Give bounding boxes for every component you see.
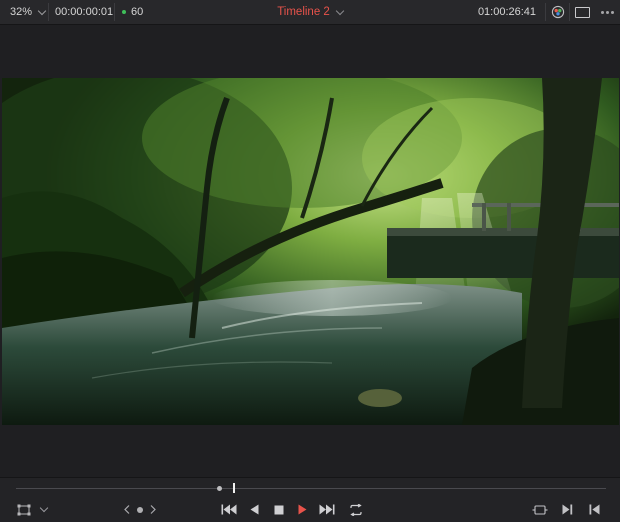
previous-marker-icon <box>124 505 130 514</box>
more-options-button[interactable] <box>595 0 619 24</box>
record-timecode[interactable]: 01:00:26:41 <box>470 0 544 24</box>
viewer-toolbar: 32% 00:00:00:01 60 Timeline 2 01:00:26:4… <box>0 0 620 25</box>
source-timecode[interactable]: 00:00:00:01 <box>48 0 114 24</box>
fps-value: 60 <box>131 6 144 18</box>
timeline-selector[interactable]: Timeline 2 <box>240 0 380 24</box>
next-frame-icon <box>562 504 572 515</box>
timeline-dropdown-chevron-icon <box>335 6 345 15</box>
overlay-dropdown-chevron-icon <box>39 503 49 513</box>
fps-status-dot-icon <box>122 10 126 14</box>
color-wheels-button[interactable] <box>546 0 570 24</box>
viewer-mode-icon <box>574 6 590 18</box>
in-point-marker[interactable] <box>217 486 223 491</box>
stop-icon <box>274 505 284 514</box>
video-frame <box>2 78 619 425</box>
play-icon <box>298 504 306 515</box>
playhead[interactable] <box>233 483 236 493</box>
scrubber-bar[interactable] <box>0 477 620 498</box>
go-to-end-button[interactable] <box>316 497 338 522</box>
zoom-dropdown[interactable]: 32% <box>0 0 48 24</box>
go-to-start-icon <box>221 504 237 515</box>
timeline-title: Timeline 2 <box>277 6 330 18</box>
play-reverse-icon <box>250 504 258 515</box>
overlay-dropdown[interactable] <box>37 497 51 522</box>
previous-marker-button[interactable] <box>121 497 133 522</box>
transform-overlay-icon <box>17 504 31 515</box>
previous-edit-button[interactable] <box>585 497 603 522</box>
go-to-end-icon <box>319 504 335 515</box>
next-frame-button[interactable] <box>558 497 576 522</box>
play-button[interactable] <box>293 497 311 522</box>
match-frame-icon <box>532 504 548 515</box>
go-to-start-button[interactable] <box>218 497 240 522</box>
jog-dot-icon <box>137 506 143 513</box>
jog-control[interactable] <box>134 497 146 522</box>
zoom-value: 32% <box>10 6 33 18</box>
loop-button[interactable] <box>345 497 367 522</box>
match-frame-button[interactable] <box>529 497 551 522</box>
forest-river-frame <box>2 78 619 425</box>
viewer-canvas[interactable] <box>0 25 620 477</box>
stop-button[interactable] <box>270 497 288 522</box>
transform-overlay-button[interactable] <box>14 497 34 522</box>
viewer-mode-button[interactable] <box>570 0 594 24</box>
transport-controls <box>0 497 620 522</box>
fps-indicator[interactable]: 60 <box>114 0 184 24</box>
next-marker-icon <box>150 505 156 514</box>
more-options-icon <box>600 10 614 14</box>
play-reverse-button[interactable] <box>245 497 263 522</box>
color-wheels-icon <box>551 5 565 19</box>
scrubber-track[interactable] <box>16 488 606 489</box>
loop-icon <box>350 503 362 516</box>
previous-edit-icon <box>589 504 599 515</box>
zoom-dropdown-chevron-icon <box>37 6 47 15</box>
next-marker-button[interactable] <box>147 497 159 522</box>
